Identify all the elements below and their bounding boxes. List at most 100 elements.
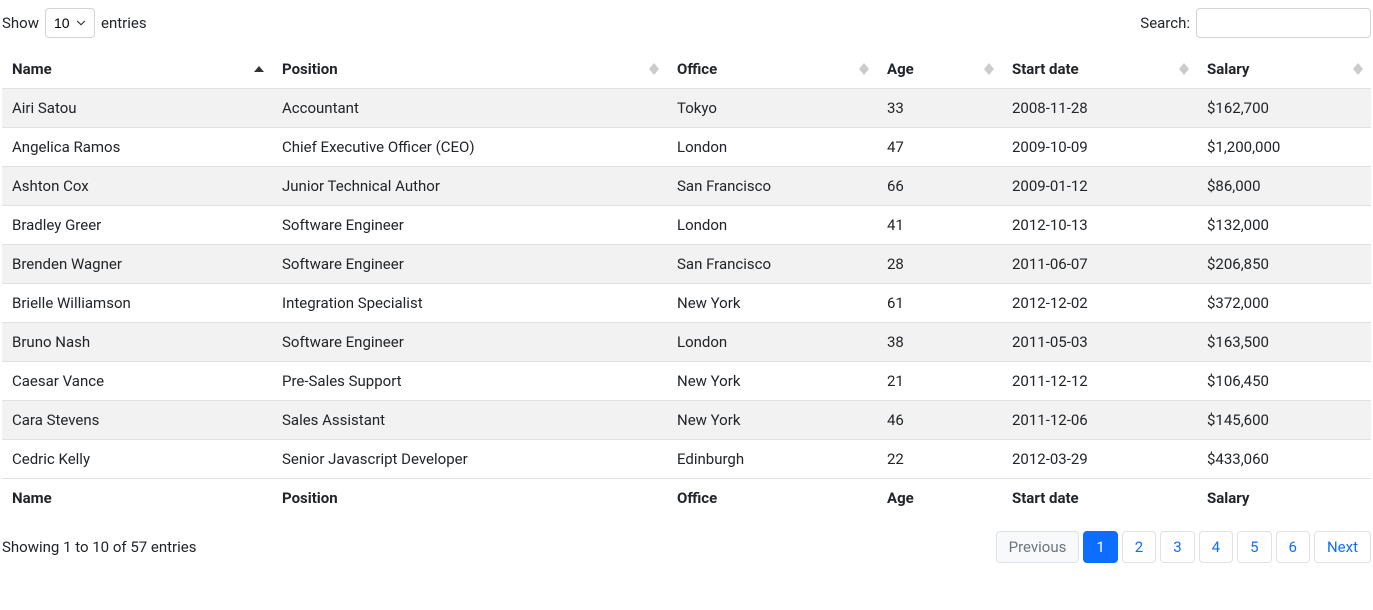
table-row: Caesar VancePre-Sales SupportNew York212… (2, 362, 1371, 401)
cell-position: Sales Assistant (272, 401, 667, 440)
cell-office: New York (667, 362, 877, 401)
page-button-5[interactable]: 5 (1237, 531, 1271, 563)
cell-start_date: 2012-10-13 (1002, 206, 1197, 245)
search-input[interactable] (1196, 8, 1371, 38)
column-footer-office: Office (667, 479, 877, 518)
sort-icon (859, 63, 869, 75)
cell-salary: $206,850 (1197, 245, 1371, 284)
cell-office: London (667, 128, 877, 167)
column-header-label: Start date (1012, 60, 1079, 78)
column-header-start_date[interactable]: Start date (1002, 50, 1197, 89)
cell-position: Software Engineer (272, 206, 667, 245)
cell-name: Bradley Greer (2, 206, 272, 245)
cell-salary: $163,500 (1197, 323, 1371, 362)
sort-icon (984, 63, 994, 75)
column-header-name[interactable]: Name (2, 50, 272, 89)
cell-position: Chief Executive Officer (CEO) (272, 128, 667, 167)
cell-age: 28 (877, 245, 1002, 284)
cell-age: 61 (877, 284, 1002, 323)
cell-name: Brielle Williamson (2, 284, 272, 323)
table-row: Ashton CoxJunior Technical AuthorSan Fra… (2, 167, 1371, 206)
search-control: Search: (1140, 8, 1371, 38)
length-control: Show 10 entries (2, 8, 147, 38)
cell-office: San Francisco (667, 167, 877, 206)
cell-start_date: 2011-06-07 (1002, 245, 1197, 284)
column-header-position[interactable]: Position (272, 50, 667, 89)
cell-position: Accountant (272, 89, 667, 128)
sort-icon (649, 63, 659, 75)
sort-icon (1179, 63, 1189, 75)
show-label: Show (2, 14, 39, 32)
column-header-age[interactable]: Age (877, 50, 1002, 89)
table-row: Brielle WilliamsonIntegration Specialist… (2, 284, 1371, 323)
cell-salary: $433,060 (1197, 440, 1371, 479)
cell-age: 38 (877, 323, 1002, 362)
page-button-3[interactable]: 3 (1160, 531, 1194, 563)
sort-icon (1353, 63, 1363, 75)
table-info: Showing 1 to 10 of 57 entries (2, 538, 196, 556)
column-footer-salary: Salary (1197, 479, 1371, 518)
entries-label: entries (101, 14, 147, 32)
column-header-label: Position (282, 60, 338, 78)
table-row: Airi SatouAccountantTokyo332008-11-28$16… (2, 89, 1371, 128)
cell-position: Software Engineer (272, 323, 667, 362)
table-row: Cedric KellySenior Javascript DeveloperE… (2, 440, 1371, 479)
cell-position: Senior Javascript Developer (272, 440, 667, 479)
cell-position: Junior Technical Author (272, 167, 667, 206)
cell-name: Caesar Vance (2, 362, 272, 401)
cell-office: Tokyo (667, 89, 877, 128)
cell-start_date: 2012-12-02 (1002, 284, 1197, 323)
next-button[interactable]: Next (1314, 531, 1371, 563)
cell-start_date: 2009-01-12 (1002, 167, 1197, 206)
cell-start_date: 2011-12-06 (1002, 401, 1197, 440)
cell-salary: $1,200,000 (1197, 128, 1371, 167)
cell-start_date: 2009-10-09 (1002, 128, 1197, 167)
cell-salary: $132,000 (1197, 206, 1371, 245)
cell-position: Software Engineer (272, 245, 667, 284)
cell-office: London (667, 206, 877, 245)
page-button-1[interactable]: 1 (1083, 531, 1117, 563)
cell-age: 46 (877, 401, 1002, 440)
cell-name: Ashton Cox (2, 167, 272, 206)
cell-office: New York (667, 284, 877, 323)
cell-name: Cedric Kelly (2, 440, 272, 479)
cell-age: 22 (877, 440, 1002, 479)
column-header-label: Age (887, 60, 914, 78)
table-row: Bruno NashSoftware EngineerLondon382011-… (2, 323, 1371, 362)
cell-age: 21 (877, 362, 1002, 401)
column-header-label: Salary (1207, 60, 1249, 78)
column-footer-start_date: Start date (1002, 479, 1197, 518)
cell-start_date: 2008-11-28 (1002, 89, 1197, 128)
cell-age: 47 (877, 128, 1002, 167)
cell-age: 33 (877, 89, 1002, 128)
page-button-6[interactable]: 6 (1276, 531, 1310, 563)
table-row: Cara StevensSales AssistantNew York46201… (2, 401, 1371, 440)
length-select[interactable]: 10 (45, 8, 95, 38)
cell-salary: $162,700 (1197, 89, 1371, 128)
cell-office: San Francisco (667, 245, 877, 284)
page-button-2[interactable]: 2 (1122, 531, 1156, 563)
table-row: Angelica RamosChief Executive Officer (C… (2, 128, 1371, 167)
previous-button: Previous (996, 531, 1080, 563)
column-footer-position: Position (272, 479, 667, 518)
table-row: Brenden WagnerSoftware EngineerSan Franc… (2, 245, 1371, 284)
cell-age: 66 (877, 167, 1002, 206)
table-row: Bradley GreerSoftware EngineerLondon4120… (2, 206, 1371, 245)
column-header-office[interactable]: Office (667, 50, 877, 89)
cell-start_date: 2011-05-03 (1002, 323, 1197, 362)
search-label: Search: (1140, 14, 1190, 32)
cell-office: London (667, 323, 877, 362)
cell-position: Pre-Sales Support (272, 362, 667, 401)
page-button-4[interactable]: 4 (1199, 531, 1233, 563)
cell-position: Integration Specialist (272, 284, 667, 323)
data-table: NamePositionOfficeAgeStart dateSalary Ai… (2, 50, 1371, 517)
sort-icon (254, 66, 264, 72)
cell-age: 41 (877, 206, 1002, 245)
pagination: Previous123456Next (996, 531, 1371, 563)
column-header-salary[interactable]: Salary (1197, 50, 1371, 89)
cell-name: Angelica Ramos (2, 128, 272, 167)
cell-name: Cara Stevens (2, 401, 272, 440)
cell-office: New York (667, 401, 877, 440)
cell-name: Bruno Nash (2, 323, 272, 362)
cell-name: Airi Satou (2, 89, 272, 128)
